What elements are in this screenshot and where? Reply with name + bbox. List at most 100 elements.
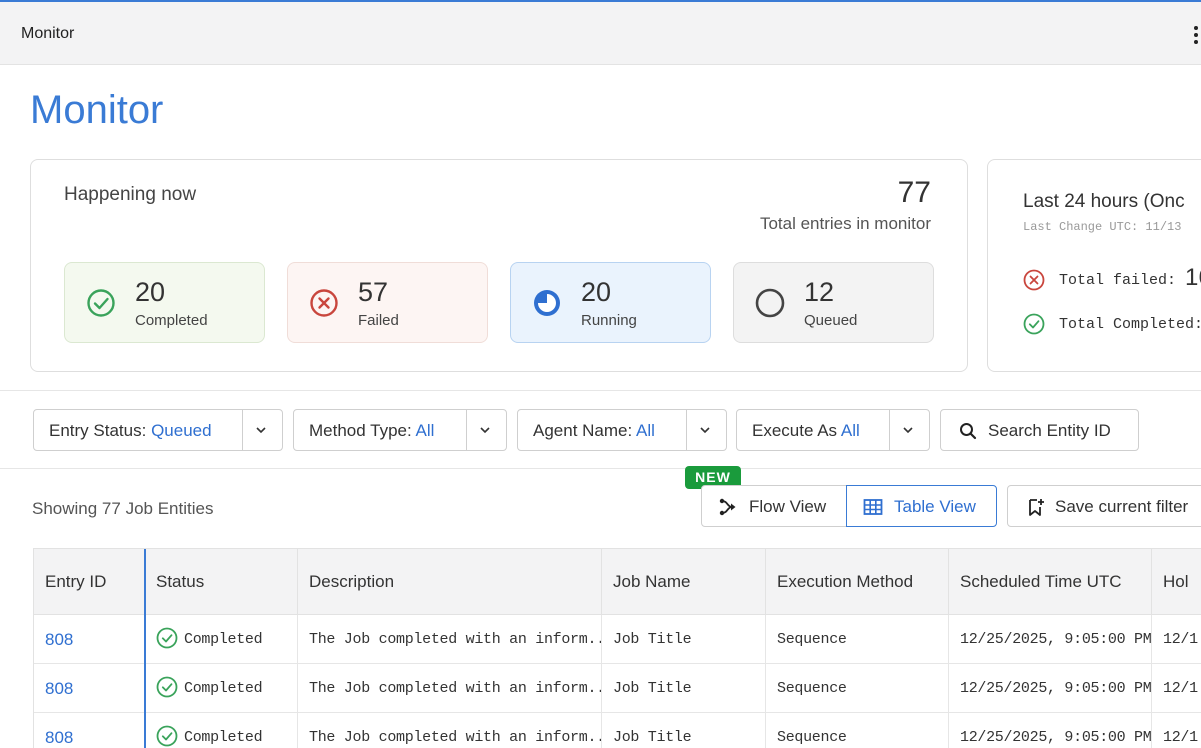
chevron-down-icon[interactable] <box>700 425 710 435</box>
hold-cell: 12/1 <box>1163 729 1198 746</box>
job-name-cell: Job Title <box>602 664 766 713</box>
frozen-column-divider <box>144 549 146 748</box>
job-entities-table: Entry ID Status Description Job Name Exe… <box>33 548 1201 748</box>
job-name-cell: Job Title <box>602 615 766 664</box>
filter-agent-name-label: Agent Name: <box>533 421 633 440</box>
description-cell: The Job completed with an inform... <box>298 713 602 748</box>
column-header-status[interactable]: Status <box>145 549 298 615</box>
total-entries-value: 77 <box>897 176 931 209</box>
table-header: Entry ID Status Description Job Name Exe… <box>34 549 1201 615</box>
save-current-filter-button[interactable]: Save current filter <box>1007 485 1201 527</box>
entry-id-link[interactable]: 808 <box>34 664 145 713</box>
filter-method-type-value: All <box>415 421 435 440</box>
chevron-down-icon[interactable] <box>256 425 266 435</box>
last-24-title: Last 24 hours (Onc <box>1023 191 1185 212</box>
stat-running[interactable]: 20 Running <box>510 262 711 343</box>
description-cell: The Job completed with an inform... <box>298 615 602 664</box>
topbar-title: Monitor <box>21 25 75 42</box>
filter-method-type[interactable]: Method Type: All <box>293 409 507 451</box>
status-text: Completed <box>184 729 263 746</box>
check-circle-icon <box>156 627 178 648</box>
table-view-button[interactable]: Table View <box>846 485 997 527</box>
stat-failed-label: Failed <box>358 312 399 329</box>
filter-entry-status-label: Entry Status: <box>49 421 147 440</box>
flow-view-button[interactable]: Flow View <box>701 485 847 527</box>
scheduled-time-cell: 12/25/2025, 9:05:00 PM <box>949 664 1152 713</box>
showing-count: Showing 77 Job Entities <box>32 499 214 518</box>
section-divider <box>0 468 1201 469</box>
column-header-scheduled-time[interactable]: Scheduled Time UTC <box>949 549 1152 615</box>
table-row[interactable]: 808 Completed The Job completed with an … <box>34 664 1201 713</box>
stat-running-value: 20 <box>581 277 612 307</box>
total-completed-label: Total Completed: <box>1059 316 1201 333</box>
filter-execute-as[interactable]: Execute As All <box>736 409 930 451</box>
filter-entry-status-value: Queued <box>151 421 212 440</box>
section-divider <box>0 390 1201 391</box>
bookmark-add-icon <box>1029 499 1044 516</box>
happening-now-card: Happening now 77 Total entries in monito… <box>30 159 968 372</box>
status-cell: Completed <box>145 664 298 713</box>
top-bar: Monitor <box>0 2 1201 65</box>
total-failed-value: 161 <box>1185 264 1201 291</box>
column-header-entry-id[interactable]: Entry ID <box>34 549 145 615</box>
stat-completed[interactable]: 20 Completed <box>64 262 265 343</box>
column-header-description[interactable]: Description <box>298 549 602 615</box>
column-header-hold[interactable]: Hol <box>1152 549 1201 615</box>
stat-completed-label: Completed <box>135 312 208 329</box>
x-circle-icon <box>1023 269 1045 291</box>
table-view-label: Table View <box>894 497 976 516</box>
check-circle-icon <box>156 676 178 697</box>
stat-queued-value: 12 <box>804 277 835 307</box>
pie-progress-icon <box>534 290 560 316</box>
filter-entry-status[interactable]: Entry Status: Queued <box>33 409 283 451</box>
check-circle-icon <box>156 725 178 746</box>
chevron-down-icon[interactable] <box>903 425 913 435</box>
happening-now-label: Happening now <box>64 184 197 205</box>
total-failed-label: Total failed: <box>1059 272 1177 289</box>
empty-circle-icon <box>755 288 785 318</box>
check-circle-icon <box>1023 313 1045 335</box>
x-circle-icon <box>310 289 338 317</box>
hold-cell: 12/1 <box>1163 631 1198 648</box>
search-entity-id-button[interactable]: Search Entity ID <box>940 409 1139 451</box>
table-row[interactable]: 808 Completed The Job completed with an … <box>34 713 1201 748</box>
stat-queued[interactable]: 12 Queued <box>733 262 934 343</box>
execution-method-cell: Sequence <box>766 713 949 748</box>
stat-queued-label: Queued <box>804 312 858 329</box>
flow-view-label: Flow View <box>749 497 827 516</box>
check-circle-icon <box>87 289 115 317</box>
job-name-cell: Job Title <box>602 713 766 748</box>
stat-failed-value: 57 <box>358 277 389 307</box>
scheduled-time-cell: 12/25/2025, 9:05:00 PM <box>949 615 1152 664</box>
column-header-job-name[interactable]: Job Name <box>602 549 766 615</box>
execution-method-cell: Sequence <box>766 664 949 713</box>
entry-id-link[interactable]: 808 <box>34 615 145 664</box>
scheduled-time-cell: 12/25/2025, 9:05:00 PM <box>949 713 1152 748</box>
stat-completed-value: 20 <box>135 277 166 307</box>
filter-agent-name[interactable]: Agent Name: All <box>517 409 727 451</box>
column-header-execution-method[interactable]: Execution Method <box>766 549 949 615</box>
flow-icon <box>719 498 736 516</box>
save-current-filter-label: Save current filter <box>1055 497 1189 516</box>
total-entries-label: Total entries in monitor <box>759 214 931 233</box>
last-change-text: Last Change UTC: 11/13 <box>1023 220 1182 234</box>
entry-id-link[interactable]: 808 <box>34 713 145 748</box>
stat-running-label: Running <box>581 312 637 329</box>
kebab-menu-icon[interactable] <box>1194 26 1200 46</box>
stat-failed[interactable]: 57 Failed <box>287 262 488 343</box>
search-entity-id-label: Search Entity ID <box>988 421 1111 440</box>
last-24-hours-card: Last 24 hours (Onc Last Change UTC: 11/1… <box>987 159 1201 372</box>
execution-method-cell: Sequence <box>766 615 949 664</box>
table-grid-icon <box>863 499 883 515</box>
chevron-down-icon[interactable] <box>480 425 490 435</box>
status-text: Completed <box>184 680 263 697</box>
status-cell: Completed <box>145 713 298 748</box>
search-icon <box>960 423 977 440</box>
filter-method-type-label: Method Type: <box>309 421 412 440</box>
status-text: Completed <box>184 631 263 648</box>
filter-execute-as-label: Execute As <box>752 421 838 440</box>
description-cell: The Job completed with an inform... <box>298 664 602 713</box>
status-cell: Completed <box>145 615 298 664</box>
hold-cell: 12/1 <box>1163 680 1198 697</box>
table-row[interactable]: 808 Completed The Job completed with an … <box>34 615 1201 664</box>
